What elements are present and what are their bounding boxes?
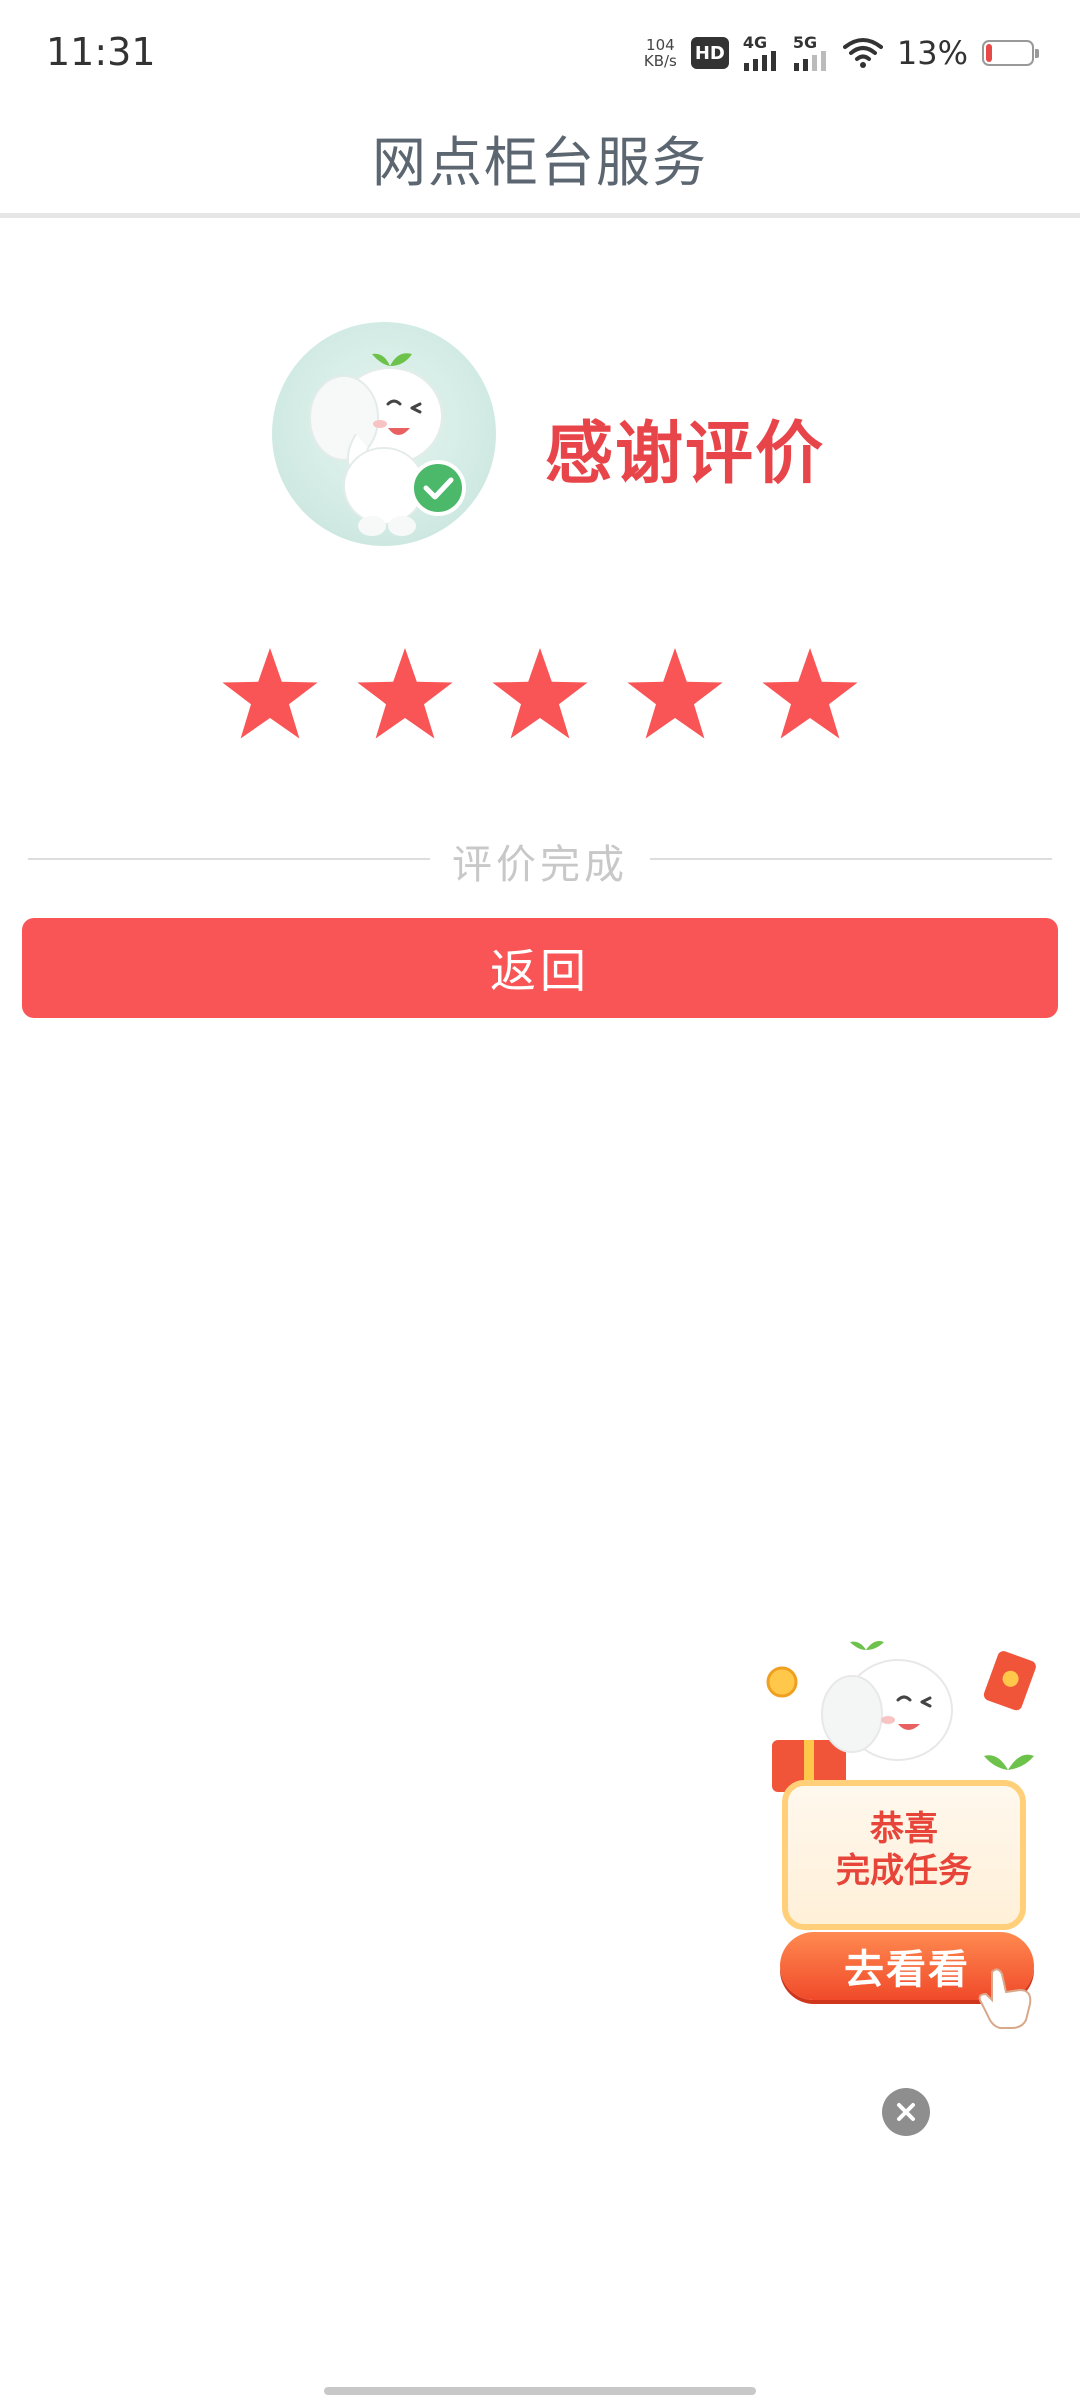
- promo-card[interactable]: 恭喜 完成任务: [782, 1780, 1026, 1930]
- star-icon: [492, 648, 588, 739]
- close-icon: [897, 2103, 915, 2121]
- close-promo-button[interactable]: [882, 2088, 930, 2136]
- page-title: 网点柜台服务: [372, 131, 708, 194]
- promo-mascot-illustration: [766, 1641, 1036, 1792]
- signal-bars-icon: [793, 51, 826, 71]
- battery-level-fill: [986, 44, 992, 62]
- sim1-network-label: 4G: [742, 33, 768, 52]
- promo-line2: 完成任务: [836, 1851, 972, 1891]
- star-icon: [357, 648, 453, 739]
- elephant-mascot-illustration: [309, 353, 466, 536]
- star-icon: [762, 648, 858, 739]
- sim2-signal: 5G: [793, 35, 829, 71]
- network-speed: 104 KB/s: [644, 37, 677, 69]
- rating-complete-text: 评价完成: [452, 842, 628, 888]
- back-button[interactable]: 返回: [22, 918, 1058, 1018]
- task-complete-promo[interactable]: 恭喜 完成任务 去看看: [758, 1640, 1048, 2040]
- battery-percent: 13%: [896, 34, 968, 72]
- status-icons: 104 KB/s HD 4G 5G 13%: [644, 28, 1039, 78]
- battery-icon: [982, 40, 1039, 66]
- home-indicator[interactable]: [324, 2387, 756, 2395]
- nav-bar: 网点柜台服务: [0, 110, 1080, 218]
- status-bar: 11:31 104 KB/s HD 4G 5G 13%: [0, 0, 1080, 110]
- hand-pointer-icon: [978, 1968, 1032, 2029]
- sim1-signal: 4G: [743, 35, 779, 71]
- wifi-icon: [842, 38, 883, 68]
- star-icon: [627, 648, 723, 739]
- hd-icon: HD: [690, 37, 729, 69]
- star-icon: [222, 648, 318, 739]
- signal-bars-icon: [743, 51, 776, 71]
- network-speed-value: 104: [646, 36, 675, 54]
- status-time: 11:31: [46, 30, 156, 74]
- promo-line1: 恭喜: [870, 1809, 938, 1849]
- sim2-network-label: 5G: [792, 33, 818, 52]
- network-speed-unit: KB/s: [643, 52, 677, 70]
- thanks-title: 感谢评价: [545, 415, 826, 494]
- elephant-mascot: [272, 322, 496, 546]
- rating-stars: [214, 640, 866, 760]
